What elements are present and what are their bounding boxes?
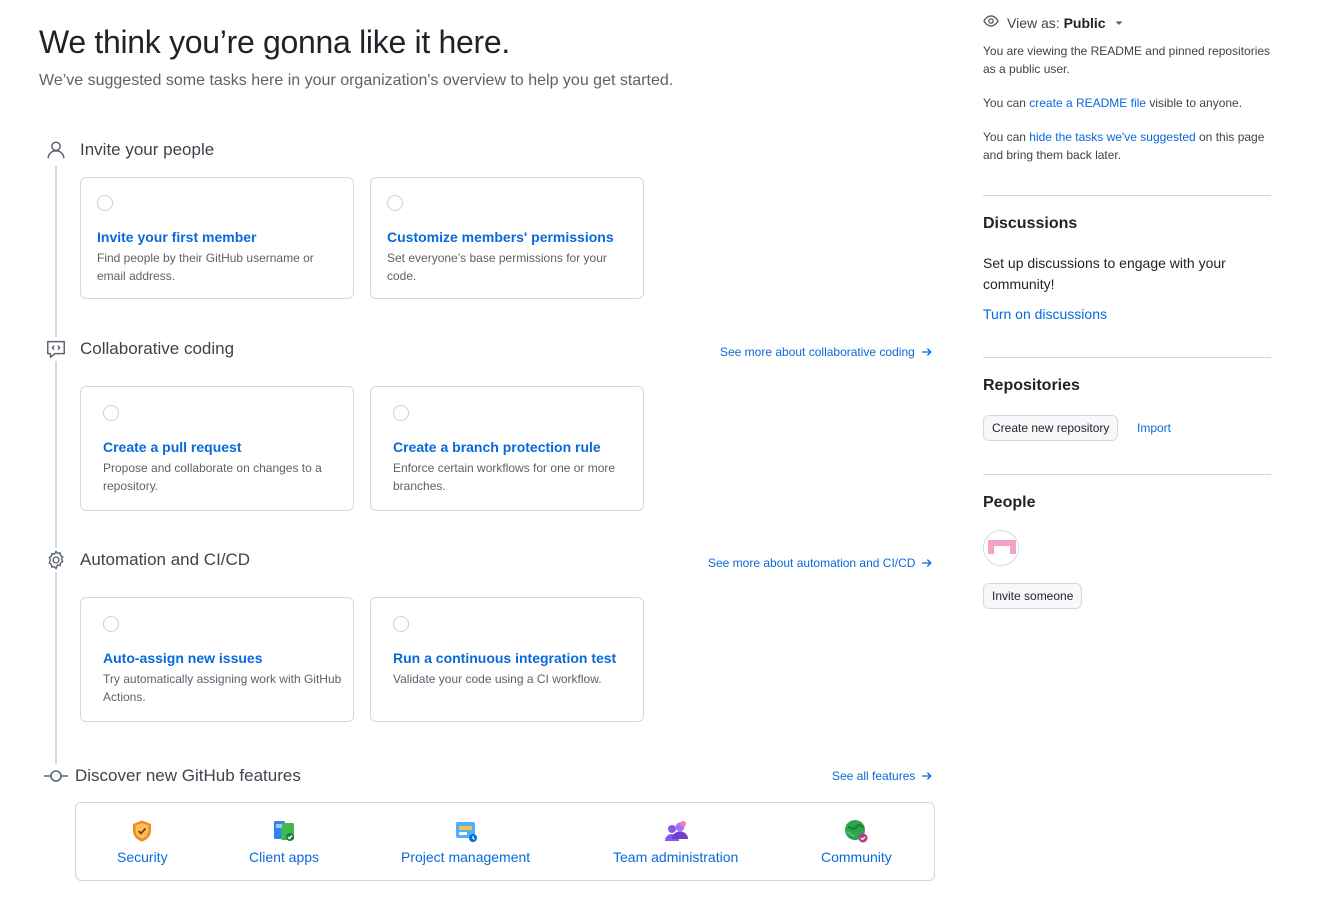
features-panel: Security Client apps Project management …	[75, 802, 935, 881]
viewing-info: You are viewing the README and pinned re…	[983, 44, 1271, 76]
task-checkbox[interactable]	[103, 616, 119, 632]
repositories-heading: Repositories	[983, 377, 1080, 394]
task-checkbox[interactable]	[393, 616, 409, 632]
link-label[interactable]: See more about collaborative coding	[720, 345, 915, 359]
globe-icon	[844, 819, 868, 843]
gear-icon	[44, 548, 68, 572]
section-title: Collaborative coding	[80, 339, 235, 358]
feature-label[interactable]: Security	[117, 849, 168, 865]
task-title[interactable]: Create a branch protection rule	[393, 439, 601, 455]
caret-down-icon	[1114, 15, 1124, 31]
task-card-auto-assign[interactable]: Auto-assign new issues Try automatically…	[80, 597, 354, 722]
shield-icon	[130, 819, 154, 843]
task-card-branch-protection[interactable]: Create a branch protection rule Enforce …	[370, 386, 644, 511]
feature-label[interactable]: Community	[821, 849, 892, 865]
task-card-pull-request[interactable]: Create a pull request Propose and collab…	[80, 386, 354, 511]
task-description: Enforce certain workflows for one or mor…	[393, 461, 616, 493]
link-label[interactable]: See all features	[832, 769, 915, 783]
divider	[983, 357, 1271, 358]
divider	[983, 474, 1271, 475]
section-automation: Automation and CI/CD	[44, 548, 250, 572]
task-title[interactable]: Run a continuous integration test	[393, 650, 616, 666]
section-discover: Discover new GitHub features	[42, 764, 301, 788]
task-checkbox[interactable]	[97, 195, 113, 211]
link-label[interactable]: See more about automation and CI/CD	[708, 556, 915, 570]
task-description: Validate your code using a CI workflow.	[393, 672, 602, 686]
hide-tasks-link[interactable]: hide the tasks we've suggested	[1029, 130, 1195, 144]
turn-on-discussions-link[interactable]: Turn on discussions	[983, 306, 1107, 322]
feature-label[interactable]: Client apps	[249, 849, 319, 865]
feature-label[interactable]: Team administration	[613, 849, 738, 865]
team-icon	[664, 819, 688, 843]
task-card-ci-test[interactable]: Run a continuous integration test Valida…	[370, 597, 644, 722]
import-link[interactable]: Import	[1137, 421, 1171, 435]
invite-someone-button[interactable]: Invite someone	[983, 583, 1083, 609]
timeline-line	[55, 166, 57, 766]
create-repository-button[interactable]: Create new repository	[983, 415, 1119, 441]
feature-security[interactable]: Security	[117, 819, 168, 865]
client-apps-icon	[272, 819, 296, 843]
feature-client-apps[interactable]: Client apps	[249, 819, 319, 865]
task-card-customize-permissions[interactable]: Customize members' permissions Set every…	[370, 177, 644, 299]
divider	[983, 195, 1271, 196]
people-heading: People	[983, 494, 1036, 511]
view-as-dropdown[interactable]: View as: Public	[983, 13, 1124, 32]
arrow-right-icon	[921, 346, 933, 358]
see-more-automation-link[interactable]: See more about automation and CI/CD	[708, 556, 933, 570]
readme-prefix: You can	[983, 96, 1030, 110]
task-description: Set everyone’s base permissions for your…	[387, 251, 607, 283]
section-title: Automation and CI/CD	[80, 550, 251, 569]
section-invite-people: Invite your people	[44, 138, 214, 162]
task-title[interactable]: Invite your first member	[97, 229, 257, 245]
task-checkbox[interactable]	[387, 195, 403, 211]
view-as-value[interactable]: Public	[1064, 15, 1106, 31]
code-review-icon	[44, 337, 68, 361]
task-title[interactable]: Create a pull request	[103, 439, 242, 455]
task-title[interactable]: Customize members' permissions	[387, 229, 614, 245]
hide-tasks-info: You can hide the tasks we've suggested o…	[983, 128, 1271, 164]
task-description: Find people by their GitHub username or …	[97, 251, 314, 283]
avatar[interactable]	[983, 530, 1019, 566]
readme-suffix: visible to anyone.	[1145, 96, 1243, 110]
feature-project-management[interactable]: Project management	[401, 819, 530, 865]
view-as-label: View as:	[1007, 14, 1060, 31]
task-card-invite-member[interactable]: Invite your first member Find people by …	[80, 177, 354, 299]
task-title[interactable]: Auto-assign new issues	[103, 650, 262, 666]
section-collaborative-coding: Collaborative coding	[44, 337, 234, 361]
feature-community[interactable]: Community	[821, 819, 892, 865]
hide-prefix: You can	[983, 130, 1030, 144]
arrow-right-icon	[921, 557, 933, 569]
discussions-body: Set up discussions to engage with your c…	[983, 255, 1226, 292]
feature-team-administration[interactable]: Team administration	[613, 819, 738, 865]
task-description: Try automatically assigning work with Gi…	[103, 672, 342, 704]
page-title: We think you’re gonna like it here.	[39, 24, 510, 60]
person-icon	[44, 138, 68, 162]
feature-label[interactable]: Project management	[401, 849, 530, 865]
eye-icon	[983, 13, 999, 32]
task-description: Propose and collaborate on changes to a …	[103, 461, 322, 493]
commit-icon	[42, 764, 70, 788]
task-checkbox[interactable]	[393, 405, 409, 421]
section-title: Invite your people	[80, 140, 215, 159]
page-subtitle: We’ve suggested some tasks here in your …	[39, 72, 674, 89]
readme-info: You can create a README file visible to …	[983, 94, 1271, 112]
task-checkbox[interactable]	[103, 405, 119, 421]
section-title: Discover new GitHub features	[75, 766, 301, 785]
discussions-heading: Discussions	[983, 215, 1078, 232]
project-board-icon	[454, 819, 478, 843]
create-readme-link[interactable]: create a README file	[1029, 96, 1146, 110]
see-more-collaborative-coding-link[interactable]: See more about collaborative coding	[720, 345, 933, 359]
see-all-features-link[interactable]: See all features	[832, 769, 933, 783]
arrow-right-icon	[921, 770, 933, 782]
